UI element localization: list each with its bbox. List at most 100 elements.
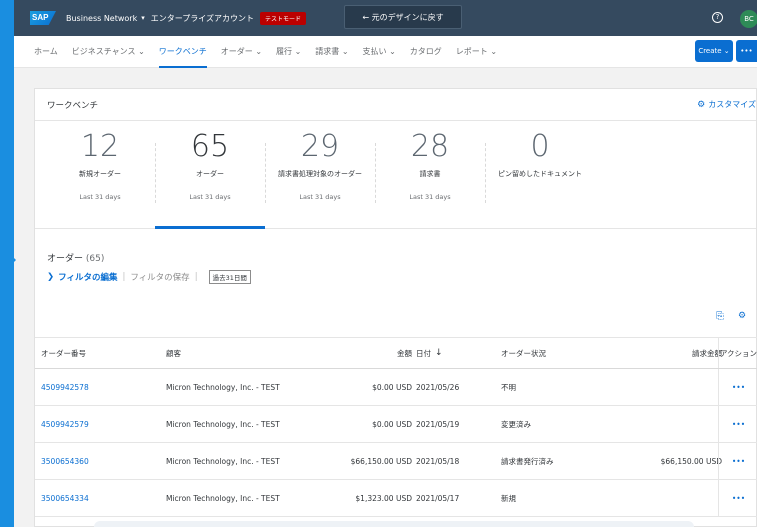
edit-filter-link[interactable]: フィルタの編集 [58, 271, 117, 283]
nav-item[interactable]: オーダー ⌄ [221, 36, 262, 68]
row-action-button[interactable]: ••• [718, 369, 757, 405]
account-type: エンタープライズアカウント [150, 13, 255, 23]
amount-cell: $0.00 USD [372, 382, 412, 392]
orders-section-title: オーダー (65) [47, 251, 104, 264]
customer-cell: Micron Technology, Inc. - TEST [166, 493, 280, 503]
table-row[interactable]: 3500654360 Micron Technology, Inc. - TEST… [35, 443, 757, 480]
workbench-tiles: 12 新規オーダー Last 31 days 65 オーダー Last 31 days 29… [35, 121, 756, 229]
customer-cell: Micron Technology, Inc. - TEST [166, 456, 280, 466]
tile-period: Last 31 days [189, 193, 231, 201]
sort-down-icon: ↓ [435, 348, 443, 358]
col-order-status[interactable]: オーダー状況 [501, 338, 546, 368]
nav-item[interactable]: ホーム [34, 36, 58, 68]
user-avatar[interactable]: BC [740, 10, 757, 28]
app-window: SAP Business Network ▾ エンタープライズアカウント テスト… [14, 0, 757, 527]
back-to-original-design-button[interactable]: ← 元のデザインに戻す [344, 5, 462, 29]
content-area: ワークベンチ ⚙ カスタマイズ 12 新規オーダー Last 31 days 65 オー… [14, 68, 757, 527]
amount-cell: $66,150.00 USD [350, 456, 412, 466]
workbench-tile[interactable]: 0 ピン留めしたドキュメント [485, 129, 595, 225]
tile-value: 65 [190, 129, 230, 164]
product-switcher[interactable]: Business Network ▾ [66, 14, 145, 23]
help-icon[interactable]: ? [712, 12, 723, 23]
date-cell: 2021/05/19 [416, 419, 460, 429]
invoiced-cell: $66,150.00 USD [660, 456, 722, 466]
table-header: オーダー番号 顧客 金額 日付 ↓ オーダー状況 請求金額 アクション [35, 337, 757, 369]
tile-period: Last 31 days [79, 193, 121, 201]
sap-logo[interactable]: SAP [30, 11, 56, 25]
tile-label: ピン留めしたドキュメント [498, 170, 582, 178]
customer-cell: Micron Technology, Inc. - TEST [166, 382, 280, 392]
row-action-button[interactable]: ••• [718, 443, 757, 479]
table-settings-icon[interactable]: ⚙ [738, 311, 752, 325]
table-row[interactable]: 4509942579 Micron Technology, Inc. - TEST… [35, 406, 757, 443]
tile-label: オーダー [196, 170, 224, 178]
filter-separator: | [194, 272, 198, 282]
date-cell: 2021/05/18 [416, 456, 460, 466]
nav-item[interactable]: カタログ [410, 36, 442, 68]
col-customer[interactable]: 顧客 [166, 338, 181, 368]
status-cell: 新規 [501, 493, 516, 503]
tile-value: 12 [80, 129, 120, 164]
order-number-link[interactable]: 4509942578 [41, 369, 89, 405]
row-action-button[interactable]: ••• [718, 406, 757, 442]
filter-separator: | [122, 272, 126, 282]
nav-item[interactable]: 支払い ⌄ [363, 36, 396, 68]
amount-cell: $1,323.00 USD [355, 493, 412, 503]
workbench-tile[interactable]: 29 請求書処理対象のオーダー Last 31 days [265, 129, 375, 225]
tile-label: 新規オーダー [79, 170, 121, 178]
customize-label: カスタマイズ [708, 100, 756, 109]
period-filter-tag[interactable]: 過去31日間 [208, 270, 251, 284]
order-number-link[interactable]: 3500654360 [41, 443, 89, 479]
side-panel-arrow [0, 244, 16, 276]
status-cell: 請求書発行済み [501, 456, 554, 466]
table-row[interactable]: 3500654334 Micron Technology, Inc. - TEST… [35, 480, 757, 517]
save-filter-link[interactable]: フィルタの保存 [130, 271, 189, 283]
nav-item[interactable]: ビジネスチャンス ⌄ [72, 36, 145, 68]
tile-value: 0 [530, 129, 550, 164]
customer-cell: Micron Technology, Inc. - TEST [166, 419, 280, 429]
nav-item[interactable]: ワークベンチ [158, 36, 207, 68]
more-button[interactable]: ••• [736, 40, 757, 62]
orders-title-text: オーダー [47, 254, 84, 264]
date-cell: 2021/05/17 [416, 493, 460, 503]
order-number-link[interactable]: 3500654334 [41, 480, 89, 516]
col-date[interactable]: 日付 ↓ [416, 338, 443, 368]
col-order-number[interactable]: オーダー番号 [41, 338, 86, 368]
row-action-button[interactable]: ••• [718, 480, 757, 516]
caret-down-icon: ▾ [141, 14, 145, 22]
export-icon[interactable]: ⎘ [716, 311, 728, 325]
status-cell: 不明 [501, 382, 516, 392]
workbench-title: ワークベンチ [47, 100, 99, 111]
tile-label: 請求書処理対象のオーダー [278, 170, 362, 178]
bottom-scroll-shadow [94, 521, 694, 527]
table-body: 4509942578 Micron Technology, Inc. - TEST… [35, 369, 757, 517]
nav-item[interactable]: レポート ⌄ [456, 36, 497, 68]
main-nav: ホーム ビジネスチャンス ⌄ ワークベンチ オーダー ⌄ 履行 ⌄ 請求書 ⌄ 支払い ⌄ カ… [14, 36, 757, 68]
product-name: Business Network [66, 13, 138, 23]
workbench-tile[interactable]: 65 オーダー Last 31 days [155, 129, 265, 229]
col-date-label: 日付 [416, 348, 431, 358]
chevron-right-icon: ❯ [47, 272, 55, 282]
table-row[interactable]: 4509942578 Micron Technology, Inc. - TEST… [35, 369, 757, 406]
amount-cell: $0.00 USD [372, 419, 412, 429]
status-cell: 変更済み [501, 419, 531, 429]
date-cell: 2021/05/26 [416, 382, 460, 392]
sliders-icon: ⚙ [697, 99, 706, 110]
tile-label: 請求書 [419, 170, 441, 178]
nav-item[interactable]: 請求書 ⌄ [315, 36, 348, 68]
col-action: アクション [718, 338, 757, 368]
workbench-card: ワークベンチ ⚙ カスタマイズ 12 新規オーダー Last 31 days 65 オー… [34, 88, 757, 527]
tile-value: 28 [410, 129, 450, 164]
order-number-link[interactable]: 4509942579 [41, 406, 89, 442]
workbench-tile[interactable]: 12 新規オーダー Last 31 days [45, 129, 155, 225]
col-amount[interactable]: 金額 [397, 338, 412, 368]
workbench-tile[interactable]: 28 請求書 Last 31 days [375, 129, 485, 225]
filter-bar: ❯ フィルタの編集 | フィルタの保存 | 過去31日間 [47, 270, 251, 284]
tile-value: 29 [300, 129, 340, 164]
orders-table: オーダー番号 顧客 金額 日付 ↓ オーダー状況 請求金額 アクション 4509… [35, 337, 757, 517]
nav-item[interactable]: 履行 ⌄ [276, 36, 301, 68]
create-button[interactable]: Create ⌄ [695, 40, 733, 62]
orders-count: (65) [85, 254, 105, 264]
tile-period: Last 31 days [409, 193, 451, 201]
customize-link[interactable]: ⚙ カスタマイズ [697, 99, 756, 110]
